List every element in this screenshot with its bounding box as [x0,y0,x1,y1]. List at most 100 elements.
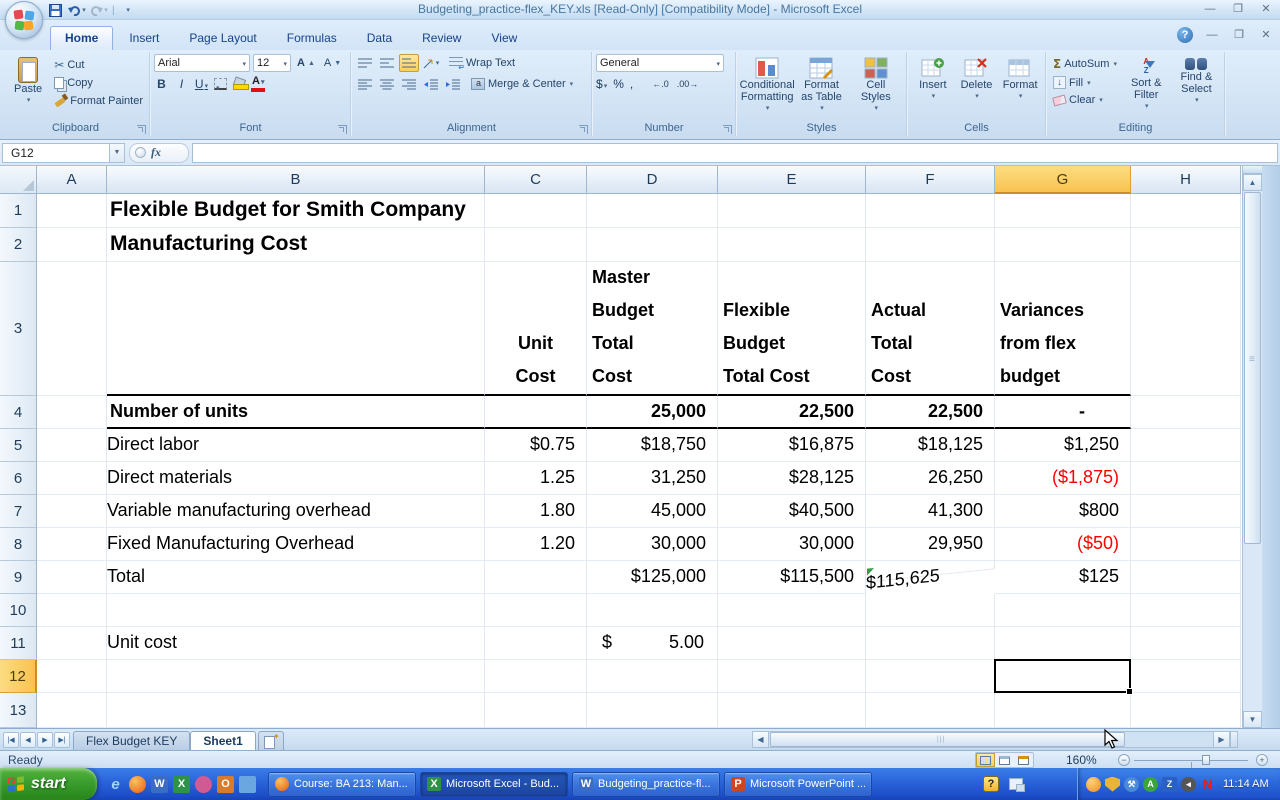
row-header-2[interactable]: 2 [0,228,37,262]
cell-C1[interactable] [485,194,587,228]
word-icon[interactable]: W [151,776,168,793]
cell-F6[interactable]: 26,250 [866,462,995,495]
cell-F11[interactable] [866,627,995,660]
cell-E5[interactable]: $16,875 [718,429,866,462]
tab-home[interactable]: Home [50,26,113,50]
cell-E13[interactable] [718,693,866,728]
scroll-left-button[interactable]: ◀ [752,731,769,748]
cell-F13[interactable] [866,693,995,728]
n-app-tray-icon[interactable]: N [1200,777,1215,792]
autosum-button[interactable]: Σ AutoSum [1050,56,1121,72]
cell-A4[interactable] [37,396,107,429]
percent-style-button[interactable]: % [613,77,624,91]
cell-C3[interactable]: Unit Cost [485,262,587,396]
cell-C5[interactable]: $0.75 [485,429,587,462]
task-button-powerpoint[interactable]: P Microsoft PowerPoint ... [724,772,872,797]
messenger-icon[interactable] [239,776,256,793]
row-header-4[interactable]: 4 [0,396,37,429]
cell-A13[interactable] [37,693,107,728]
tab-page-layout[interactable]: Page Layout [175,27,270,50]
cell-E7[interactable]: $40,500 [718,495,866,528]
cell-C9[interactable] [485,561,587,594]
minimize-button[interactable]: — [1202,2,1218,16]
cell-D8[interactable]: 30,000 [587,528,718,561]
z-app-tray-icon[interactable]: Z [1162,777,1177,792]
cell-H3[interactable] [1131,262,1241,396]
last-sheet-button[interactable]: ▶| [54,732,70,748]
cell-H6[interactable] [1131,462,1241,495]
sort-filter-button[interactable]: A Z Sort & Filter [1121,54,1172,120]
align-left-button[interactable] [355,75,375,93]
cell-E4[interactable]: 22,500 [718,396,866,429]
cell-D9[interactable]: $125,000 [587,561,718,594]
align-right-button[interactable] [399,75,419,93]
tab-review[interactable]: Review [408,27,475,50]
horizontal-scroll-thumb[interactable] [770,732,1125,747]
scroll-right-button[interactable]: ▶ [1213,731,1230,748]
cell-D6[interactable]: 31,250 [587,462,718,495]
cell-B12[interactable] [107,660,485,693]
cell-H7[interactable] [1131,495,1241,528]
volume-icon[interactable]: ◂ [1181,777,1196,792]
cell-H2[interactable] [1131,228,1241,262]
cell-C7[interactable]: 1.80 [485,495,587,528]
zoom-slider-track[interactable] [1134,760,1248,761]
find-select-button[interactable]: Find & Select [1172,54,1221,120]
row-header-10[interactable]: 10 [0,594,37,627]
cell-G13[interactable] [995,693,1131,728]
cell-E11[interactable] [718,627,866,660]
row-header-11[interactable]: 11 [0,627,37,660]
prev-sheet-button[interactable]: ◀ [20,732,36,748]
borders-button[interactable] [214,78,227,90]
cell-D3[interactable]: Master Budget Total Cost [587,262,718,396]
alignment-dialog-launcher[interactable] [579,125,588,134]
cell-H5[interactable] [1131,429,1241,462]
column-header-C[interactable]: C [485,166,587,194]
cell-G10[interactable] [995,594,1131,627]
cell-F1[interactable] [866,194,995,228]
cell-A2[interactable] [37,228,107,262]
formula-input[interactable] [192,143,1278,163]
selected-cell-outline[interactable] [994,659,1131,693]
cell-D7[interactable]: 45,000 [587,495,718,528]
sheet-tab-sheet1[interactable]: Sheet1 [190,731,255,750]
insert-worksheet-button[interactable] [258,731,284,750]
vertical-scroll-track[interactable] [1243,545,1262,711]
workbook-close-button[interactable]: ✕ [1258,28,1274,42]
increase-indent-button[interactable] [443,75,463,93]
cell-F7[interactable]: 41,300 [866,495,995,528]
zoom-out-button[interactable]: − [1118,754,1130,766]
excel-icon[interactable]: X [173,776,190,793]
cell-B7[interactable]: Variable manufacturing overhead [107,495,485,528]
font-dialog-launcher[interactable] [338,125,347,134]
zoom-level[interactable]: 160% [1066,753,1097,767]
vertical-scroll-thumb[interactable] [1244,192,1261,544]
first-sheet-button[interactable]: |◀ [3,732,19,748]
number-format-select[interactable]: General [596,54,724,72]
desktop-windows-icon[interactable] [1009,778,1023,790]
tools-tray-icon[interactable]: ⚒ [1124,777,1139,792]
decrease-decimal-button[interactable]: .00→ [676,78,700,90]
vertical-split-handle[interactable] [1243,166,1262,174]
cell-D12[interactable] [587,660,718,693]
cell-C2[interactable] [485,228,587,262]
cell-C10[interactable] [485,594,587,627]
cell-F4[interactable]: 22,500 [866,396,995,429]
cell-G8[interactable]: ($50) [995,528,1131,561]
cell-E10[interactable] [718,594,866,627]
middle-align-button[interactable] [377,54,397,72]
cell-B4[interactable]: Number of units [107,396,485,429]
cell-D2[interactable] [587,228,718,262]
zoom-in-button[interactable]: + [1256,754,1268,766]
column-header-H[interactable]: H [1131,166,1241,194]
cell-E8[interactable]: 30,000 [718,528,866,561]
cell-G1[interactable] [995,194,1131,228]
cell-F3[interactable]: Actual Total Cost [866,262,995,396]
format-painter-button[interactable]: Format Painter [51,93,146,108]
vertical-scrollbar[interactable]: ▲ ▼ [1242,166,1262,728]
tab-formulas[interactable]: Formulas [273,27,351,50]
row-header-7[interactable]: 7 [0,495,37,528]
task-button-word[interactable]: W Budgeting_practice-fl... [572,772,720,797]
cell-D10[interactable] [587,594,718,627]
copy-button[interactable]: Copy [51,76,146,90]
